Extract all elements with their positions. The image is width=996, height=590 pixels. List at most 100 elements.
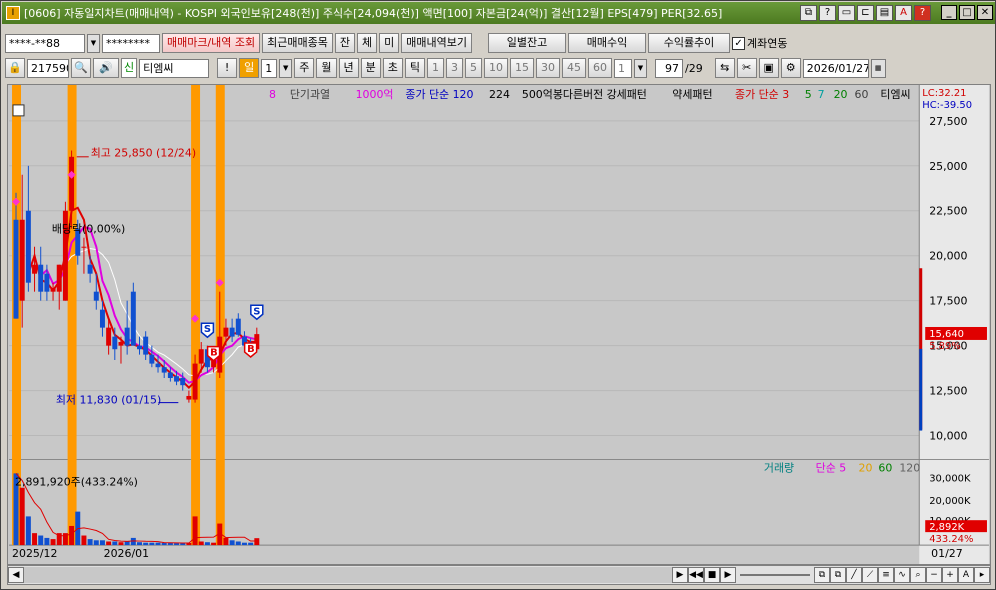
volume-bar (112, 541, 118, 546)
wave-icon[interactable]: ∿ (894, 567, 910, 583)
unfilled-button[interactable]: 미 (379, 33, 400, 53)
title-bar[interactable]: I [0606] 자동일지차트(매매내역) - KOSPI 외국인보유[248(… (2, 2, 995, 24)
interval-field[interactable]: 1 (614, 58, 632, 78)
volume-bar (241, 542, 247, 546)
interval-1-button[interactable]: 1 (427, 58, 444, 78)
trend-icon[interactable]: ⟋ (862, 567, 878, 583)
candle-body (50, 288, 56, 292)
stock-code-input[interactable]: 217590 (27, 58, 69, 78)
password-input[interactable]: ******** (102, 33, 160, 53)
app-icon: I (6, 6, 20, 20)
stop-icon[interactable]: ■ (704, 567, 720, 583)
print-icon[interactable]: ▤ (876, 5, 893, 21)
grid-toggle-icon[interactable] (12, 104, 25, 117)
save-icon[interactable]: ▣ (758, 58, 779, 78)
legend-ma5: 5 (805, 88, 812, 101)
trade-mark-button[interactable]: 매매마크/내역 조회 (162, 33, 261, 53)
calendar-icon[interactable]: ▦ (870, 58, 886, 78)
interval-10-button[interactable]: 10 (484, 58, 508, 78)
period-week-button[interactable]: 주 (294, 58, 315, 78)
zoom-icon[interactable]: ⌕ (910, 567, 926, 583)
help-icon[interactable]: ? (819, 5, 836, 21)
question-icon[interactable]: ? (914, 5, 931, 21)
interval-3-button[interactable]: 3 (446, 58, 463, 78)
rewind-icon[interactable]: ◀◀ (688, 567, 704, 583)
maximize-button[interactable]: □ (959, 5, 975, 20)
executed-button[interactable]: 체 (357, 33, 378, 53)
sell-marker-icon-letter: S (204, 324, 211, 335)
period-month-button[interactable]: 월 (316, 58, 337, 78)
period-tick-button[interactable]: 틱 (404, 58, 425, 78)
minus-icon[interactable]: − (926, 567, 942, 583)
legend-ma120: 종가 단순 120 (405, 88, 473, 101)
scissors-icon[interactable]: ✂ (736, 58, 757, 78)
interval-45-button[interactable]: 45 (562, 58, 586, 78)
profit-trend-button[interactable]: 수익률추이 (648, 33, 731, 53)
range-bar-down (919, 348, 923, 431)
toolbar-row-1: ****-**88 ▼ ******** 매매마크/내역 조회 최근매매종목 잔… (5, 32, 788, 54)
lock-icon[interactable]: 🔒 (5, 58, 25, 78)
copy-icon[interactable]: ⧉ (830, 567, 846, 583)
tool-arrows-icon[interactable]: ⇆ (714, 58, 735, 78)
volume-bar (99, 540, 105, 546)
scroll-track[interactable] (24, 567, 672, 583)
account-link-checkbox[interactable]: ✓ (732, 36, 746, 50)
pin-icon[interactable]: ⊏ (857, 5, 874, 21)
window-icon[interactable]: ▭ (838, 5, 855, 21)
recent-trades-button[interactable]: 최근매매종목 (262, 33, 333, 53)
period-year-button[interactable]: 년 (338, 58, 359, 78)
interval-30-button[interactable]: 30 (536, 58, 560, 78)
play-icon[interactable]: ▶ (720, 567, 736, 583)
vol-axis-20000: 20,000K (929, 496, 971, 507)
interval-15-button[interactable]: 15 (510, 58, 534, 78)
candle-body (180, 377, 186, 386)
legend-pattern: 500억봉다른버전 강세패턴 (522, 88, 647, 101)
candle-body (13, 219, 19, 319)
scroll-left-icon[interactable]: ◀ (8, 567, 24, 583)
day-count-dropdown-icon[interactable]: ▼ (279, 58, 293, 78)
link-icon[interactable]: ⧉ (800, 5, 817, 21)
interval-5-button[interactable]: 5 (465, 58, 482, 78)
volume-bar (155, 542, 161, 546)
interval-60-button[interactable]: 60 (588, 58, 612, 78)
chart-area[interactable]: S S B B 8 단기과열 1000억 종가 단순 120 224 500억봉다른버… (7, 84, 991, 565)
vol-axis-30000: 30,000K (929, 473, 971, 484)
trade-profit-button[interactable]: 매매수익 (568, 33, 647, 53)
volume-bar (50, 539, 56, 546)
bar-count-field[interactable]: 97 (655, 58, 683, 78)
date-input[interactable]: 2026/01/27 (802, 58, 869, 78)
stock-name-field[interactable]: 티엠씨 (139, 58, 210, 78)
volume-bar (161, 542, 167, 546)
text-icon[interactable]: A (958, 567, 974, 583)
volume-bar (38, 535, 44, 546)
x-label-dec: 2025/12 (12, 547, 57, 560)
period-day-button[interactable]: 일 (239, 58, 260, 78)
scroll-right-icon[interactable]: ▶ (672, 567, 688, 583)
period-minute-button[interactable]: 분 (360, 58, 381, 78)
minimize-button[interactable]: _ (941, 5, 957, 20)
hc-label: HC:-39.50 (922, 100, 972, 111)
settings-icon[interactable]: ⚙ (780, 58, 801, 78)
alert-button[interactable]: ! (217, 58, 238, 78)
balance-button[interactable]: 잔 (334, 33, 356, 53)
interval-dropdown-icon[interactable]: ▼ (634, 58, 647, 78)
account-dropdown-icon[interactable]: ▼ (87, 33, 100, 53)
trade-history-button[interactable]: 매매내역보기 (401, 33, 473, 53)
acrobat-icon[interactable]: A (895, 5, 912, 21)
current-pct: 5.89% (929, 341, 961, 352)
fib-icon[interactable]: ≡ (878, 567, 894, 583)
close-button[interactable]: ✕ (977, 5, 993, 20)
candle-body (137, 345, 142, 350)
search-icon[interactable]: 🔍 (71, 58, 91, 78)
layout-icon[interactable]: ⧉ (814, 567, 830, 583)
speaker-icon[interactable]: 🔊 (93, 58, 119, 78)
plus-icon[interactable]: + (942, 567, 958, 583)
draw-line-icon[interactable]: ╱ (846, 567, 862, 583)
day-count-field[interactable]: 1 (261, 58, 278, 78)
more-icon[interactable]: ▸ (974, 567, 990, 583)
account-input[interactable]: ****-**88 (5, 33, 85, 53)
speed-slider[interactable] (740, 574, 810, 576)
period-second-button[interactable]: 초 (382, 58, 403, 78)
dividend-label: 배당락(0,00%) (52, 222, 125, 235)
daily-balance-button[interactable]: 일별잔고 (488, 33, 567, 53)
